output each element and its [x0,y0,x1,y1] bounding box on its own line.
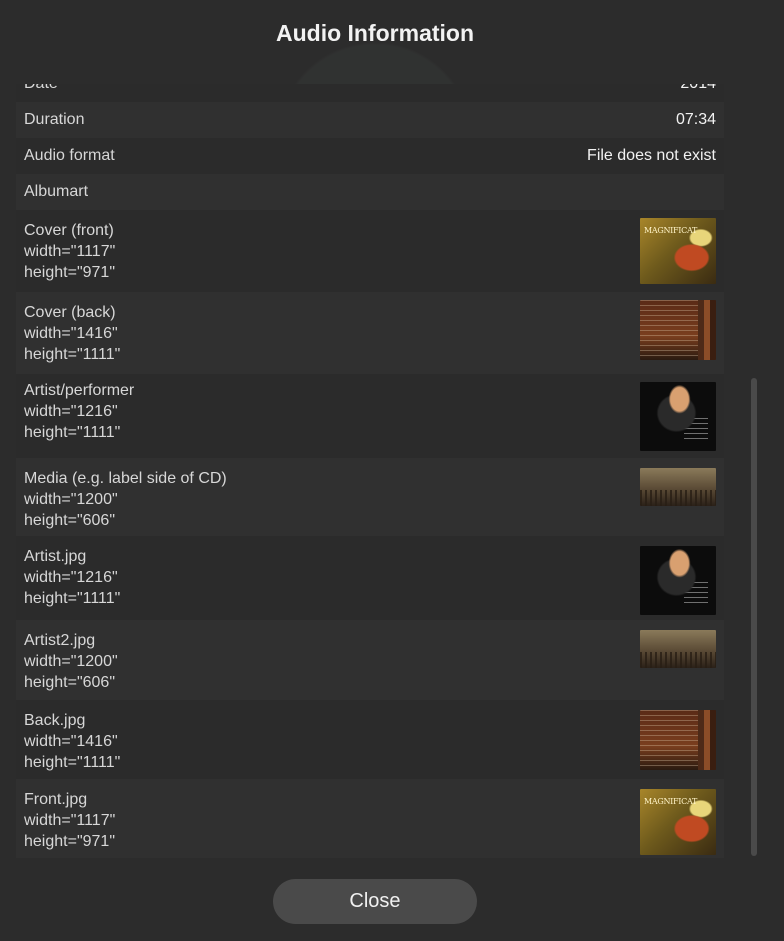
albumart-name: Back.jpg [24,712,86,729]
info-row-duration: Duration 07:34 [16,102,724,138]
albumart-height: height="606" [24,674,115,691]
albumart-thumbnail[interactable] [640,382,716,451]
info-label: Albumart [24,183,89,200]
albumart-width: width="1200" [24,653,118,670]
albumart-height: height="1111" [24,424,121,441]
albumart-height: height="1111" [24,590,121,607]
albumart-width: width="1117" [24,812,116,829]
albumart-width: width="1200" [24,491,118,508]
albumart-thumbnail[interactable] [640,546,716,615]
info-value: 07:34 [675,111,716,128]
albumart-text: Back.jpg width="1416" height="1111" [24,710,120,773]
info-label: Duration [24,111,85,128]
albumart-thumbnail[interactable] [640,468,716,506]
info-value: File does not exist [587,147,716,164]
albumart-name: Artist/performer [24,382,135,399]
albumart-thumbnail[interactable] [640,218,716,284]
albumart-row-artist2-jpg: Artist2.jpg width="1200" height="606" [16,620,724,700]
albumart-height: height="1111" [24,754,121,771]
albumart-height: height="606" [24,512,115,529]
albumart-row-cover-front: Cover (front) width="1117" height="971" [16,210,724,292]
albumart-height: height="1111" [24,346,121,363]
albumart-thumbnail[interactable] [640,789,716,855]
albumart-width: width="1416" [24,325,118,342]
albumart-name: Media (e.g. label side of CD) [24,470,227,487]
albumart-text: Artist.jpg width="1216" height="1111" [24,546,120,609]
albumart-text: Cover (back) width="1416" height="1111" [24,302,120,365]
info-row-albumart: Albumart [16,174,724,210]
albumart-row-media: Media (e.g. label side of CD) width="120… [16,458,724,536]
info-row-audio-format: Audio format File does not exist [16,138,724,174]
albumart-text: Artist/performer width="1216" height="11… [24,380,134,443]
albumart-row-front-jpg: Front.jpg width="1117" height="971" [16,779,724,858]
albumart-width: width="1216" [24,403,118,420]
albumart-width: width="1117" [24,243,116,260]
albumart-thumbnail[interactable] [640,710,716,770]
albumart-text: Front.jpg width="1117" height="971" [24,789,115,852]
albumart-row-artist-jpg: Artist.jpg width="1216" height="1111" [16,536,724,620]
albumart-text: Cover (front) width="1117" height="971" [24,220,115,283]
albumart-text: Media (e.g. label side of CD) width="120… [24,468,227,531]
albumart-row-back-jpg: Back.jpg width="1416" height="1111" [16,700,724,779]
albumart-name: Front.jpg [24,791,88,808]
albumart-width: width="1216" [24,569,118,586]
info-list[interactable]: Date 2014 Duration 07:34 Audio format Fi… [16,84,724,858]
info-label: Date [24,84,58,93]
info-value: 2014 [680,84,716,93]
albumart-height: height="971" [24,833,115,850]
albumart-width: width="1416" [24,733,118,750]
albumart-thumbnail[interactable] [640,300,716,360]
albumart-text: Artist2.jpg width="1200" height="606" [24,630,118,693]
dialog-title: Audio Information [275,20,475,46]
albumart-height: height="971" [24,264,115,281]
close-button[interactable]: Close [273,879,477,924]
info-row-date: Date 2014 [16,84,724,102]
scrollbar[interactable] [751,378,757,856]
albumart-name: Cover (front) [24,222,114,239]
albumart-row-artist-performer: Artist/performer width="1216" height="11… [16,374,724,458]
albumart-row-cover-back: Cover (back) width="1416" height="1111" [16,292,724,374]
albumart-name: Artist2.jpg [24,632,96,649]
albumart-name: Artist.jpg [24,548,87,565]
albumart-name: Cover (back) [24,304,116,321]
info-label: Audio format [24,147,115,164]
albumart-thumbnail[interactable] [640,630,716,668]
